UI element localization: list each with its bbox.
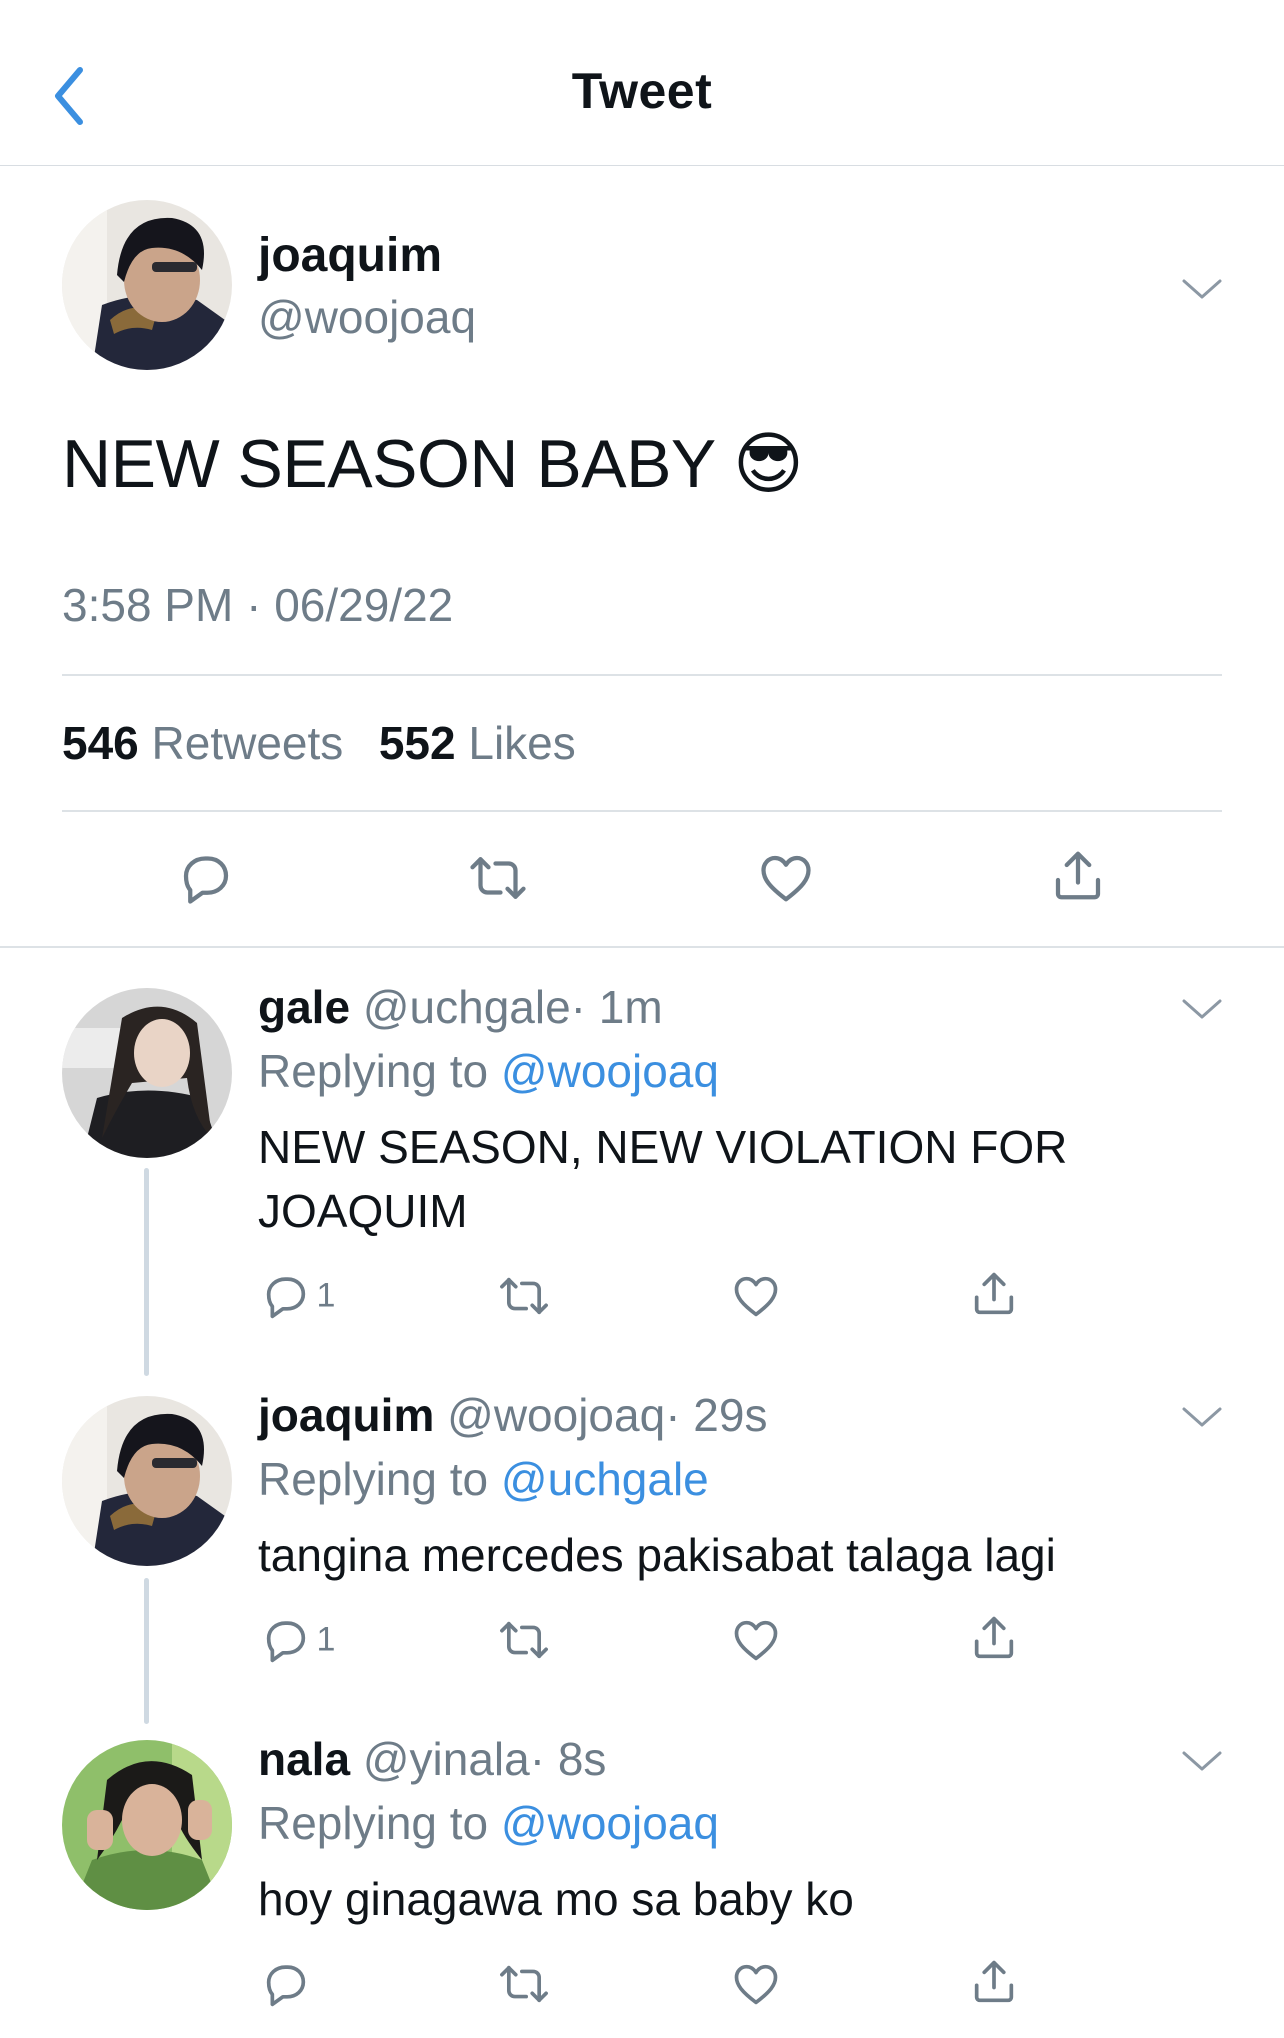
reply-menu-button[interactable] [1180, 995, 1224, 1023]
reply-text-line: JOAQUIM [258, 1185, 468, 1237]
tweet-stats: 546 Retweets 552 Likes [62, 716, 576, 770]
share-upload-icon [1048, 844, 1108, 906]
avatar[interactable] [62, 1740, 232, 1910]
reply-header: gale @uchgale· 1m [258, 980, 663, 1034]
speech-bubble-icon [260, 1614, 312, 1666]
reply-author-handle[interactable]: @woojoaq [447, 1389, 665, 1441]
retweets-count[interactable]: 546 [62, 717, 139, 769]
reply-author-name[interactable]: nala [258, 1733, 350, 1785]
share-button[interactable] [968, 1266, 1020, 1325]
replying-to-label: Replying to [258, 1797, 489, 1849]
reply-button[interactable] [260, 1958, 312, 2015]
chevron-down-icon [1180, 1403, 1224, 1431]
retweet-arrows-icon [496, 1958, 552, 2010]
avatar[interactable] [62, 988, 232, 1158]
speech-bubble-icon [260, 1270, 312, 1322]
replying-to: Replying to @woojoaq [258, 1044, 719, 1098]
replying-to: Replying to @woojoaq [258, 1796, 719, 1850]
retweet-arrows-icon [466, 848, 530, 908]
divider [0, 946, 1284, 948]
replying-to-mention[interactable]: @woojoaq [501, 1797, 719, 1849]
heart-icon [730, 1958, 782, 2010]
replying-to: Replying to @uchgale [258, 1452, 709, 1506]
replying-to-mention[interactable]: @woojoaq [501, 1045, 719, 1097]
speech-bubble-icon [176, 848, 236, 908]
reply-menu-button[interactable] [1180, 1747, 1224, 1775]
reply-button[interactable]: 1 [260, 1614, 335, 1666]
reply-header: nala @yinala· 8s [258, 1732, 606, 1786]
avatar[interactable] [62, 1396, 232, 1566]
reply-author-name[interactable]: gale [258, 981, 350, 1033]
chevron-down-icon [1180, 275, 1224, 303]
author-handle[interactable]: @woojoaq [258, 290, 476, 344]
reply-time: · 29s [665, 1389, 768, 1441]
retweet-button[interactable] [496, 1958, 552, 2015]
replying-to-label: Replying to [258, 1045, 489, 1097]
heart-icon [730, 1270, 782, 1322]
share-button[interactable] [1048, 844, 1108, 911]
reply-author-handle[interactable]: @yinala [363, 1733, 530, 1785]
likes-label[interactable]: Likes [468, 717, 575, 769]
retweets-label[interactable]: Retweets [152, 717, 344, 769]
heart-icon [730, 1614, 782, 1666]
share-upload-icon [968, 1610, 1020, 1664]
like-button[interactable] [730, 1958, 782, 2015]
like-button[interactable] [756, 848, 816, 913]
retweet-button[interactable] [466, 848, 530, 913]
like-button[interactable] [730, 1270, 782, 1327]
retweet-button[interactable] [496, 1270, 552, 1327]
author-display-name[interactable]: joaquim [258, 228, 442, 283]
replying-to-mention[interactable]: @uchgale [501, 1453, 709, 1505]
heart-icon [756, 848, 816, 908]
reply-author-name[interactable]: joaquim [258, 1389, 434, 1441]
page-title: Tweet [571, 63, 713, 119]
reply-count: 1 [316, 1276, 336, 1315]
reply-header: joaquim @woojoaq· 29s [258, 1388, 767, 1442]
divider [62, 674, 1222, 676]
reply-count: 1 [316, 1620, 336, 1659]
reply-time: · 8s [529, 1733, 607, 1785]
share-upload-icon [968, 1266, 1020, 1320]
reply-text-line: tangina mercedes pakisabat talaga lagi [258, 1529, 1056, 1581]
divider [62, 810, 1222, 812]
chevron-down-icon [1180, 995, 1224, 1023]
retweet-arrows-icon [496, 1270, 552, 1322]
like-button[interactable] [730, 1614, 782, 1671]
speech-bubble-icon [260, 1958, 312, 2010]
replying-to-label: Replying to [258, 1453, 489, 1505]
reply-text-line: hoy ginagawa mo sa baby ko [258, 1873, 854, 1925]
reply-menu-button[interactable] [1180, 1403, 1224, 1431]
reply-time: · 1m [570, 981, 663, 1033]
retweet-arrows-icon [496, 1614, 552, 1666]
reply-text-line: NEW SEASON, NEW VIOLATION FOR [258, 1121, 1068, 1173]
thread-connector [144, 1578, 149, 1724]
share-button[interactable] [968, 1954, 1020, 2013]
share-button[interactable] [968, 1610, 1020, 1669]
tweet-timestamp: 3:58 PM · 06/29/22 [62, 579, 454, 631]
retweet-button[interactable] [496, 1614, 552, 1671]
tweet-text: NEW SEASON BABY 😎 [62, 426, 804, 502]
avatar[interactable] [62, 200, 232, 370]
likes-count[interactable]: 552 [379, 717, 456, 769]
thread-connector [144, 1168, 149, 1376]
reply-author-handle[interactable]: @uchgale [363, 981, 571, 1033]
reply-button[interactable] [176, 848, 236, 913]
reply-button[interactable]: 1 [260, 1270, 335, 1322]
tweet-menu-button[interactable] [1180, 275, 1224, 303]
share-upload-icon [968, 1954, 1020, 2008]
chevron-down-icon [1180, 1747, 1224, 1775]
